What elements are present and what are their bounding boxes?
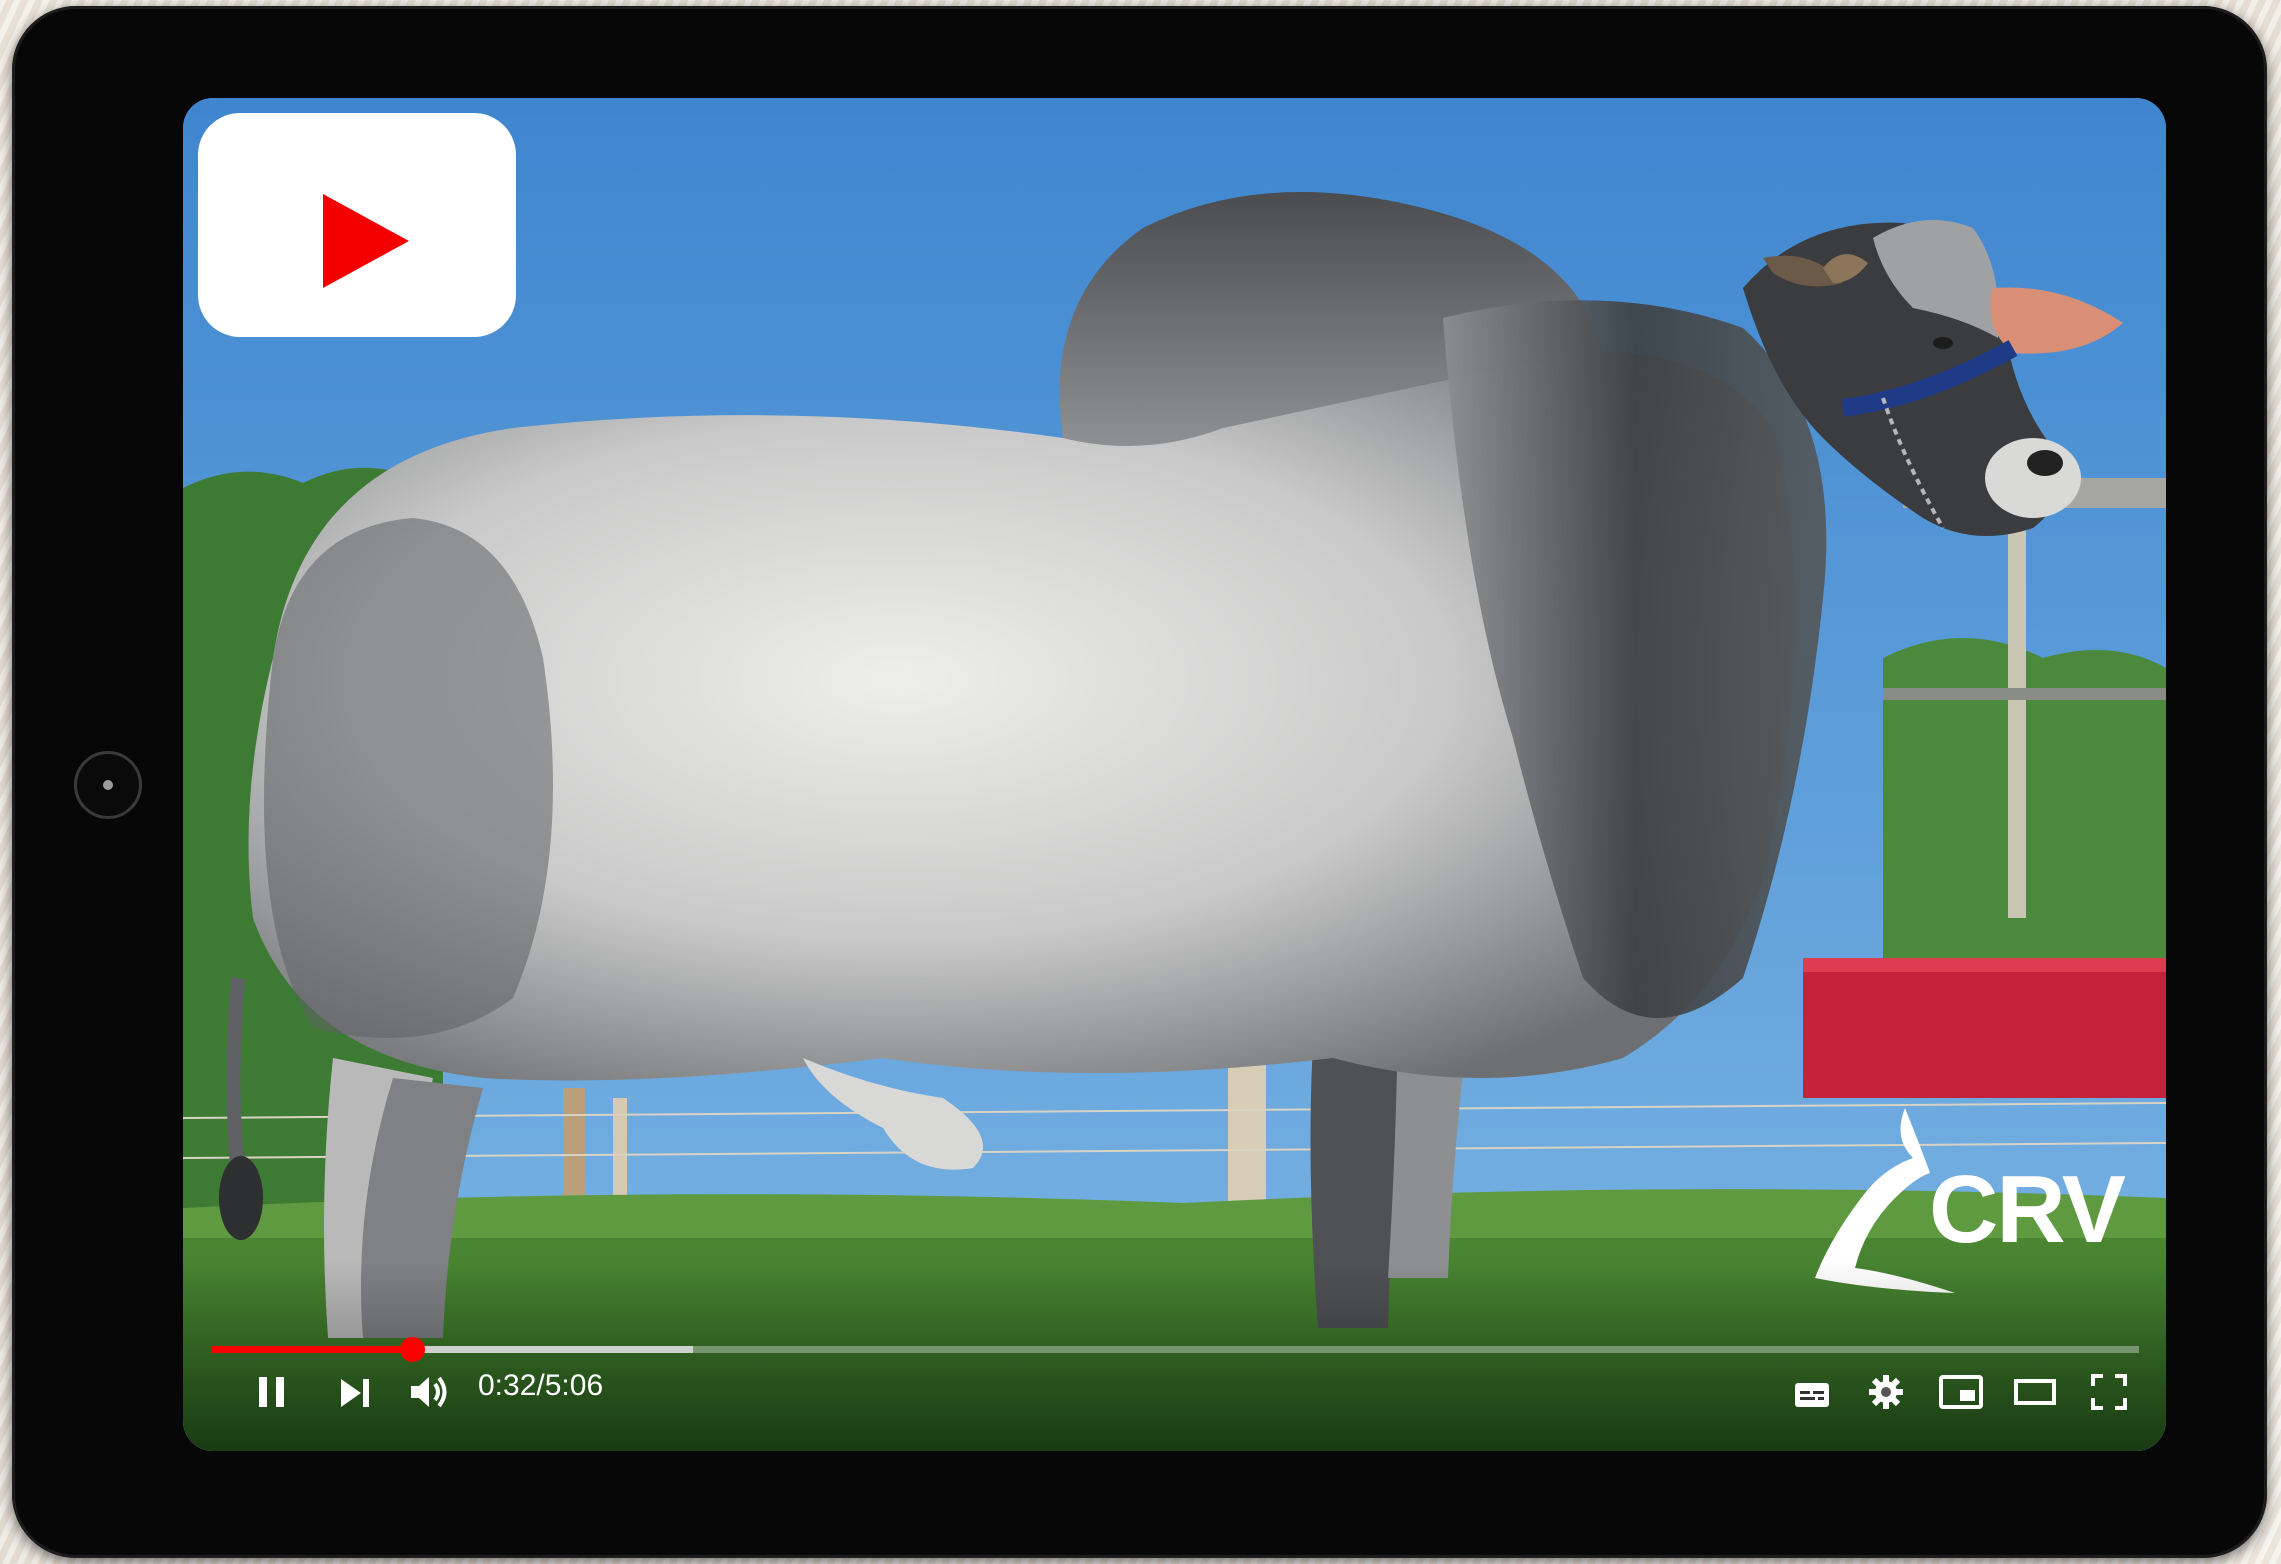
controls-overlay [183,1261,2166,1451]
youtube-play-icon [323,194,409,288]
theater-mode-button[interactable] [2013,1374,2057,1410]
pause-button[interactable] [252,1372,292,1412]
subtitles-button[interactable] [1792,1374,1832,1414]
pause-icon [259,1377,284,1407]
miniplayer-icon [1939,1375,1983,1409]
time-display: 0:32/5:06 [478,1368,603,1404]
miniplayer-button[interactable] [1938,1372,1984,1412]
youtube-logo[interactable] [198,113,516,337]
next-button[interactable] [335,1373,375,1413]
time-current: 0:32 [478,1369,537,1402]
video-player[interactable]: CRV [183,98,2166,1451]
time-total: 5:06 [544,1369,604,1402]
camera-icon [74,751,142,819]
settings-icon [1869,1375,1903,1409]
settings-button[interactable] [1866,1372,1906,1412]
theater-mode-icon [2014,1379,2056,1405]
time-separator: / [536,1369,545,1402]
progress-bar[interactable] [211,1337,2139,1362]
next-icon [341,1379,369,1407]
crv-text: CRV [1929,1156,2126,1263]
volume-button[interactable] [405,1368,453,1416]
scrubber-handle[interactable] [399,1337,425,1362]
volume-icon [411,1376,447,1408]
subtitles-icon [1795,1383,1829,1407]
fullscreen-icon [2091,1374,2127,1410]
fullscreen-button[interactable] [2089,1372,2129,1412]
progress-played [211,1346,412,1353]
